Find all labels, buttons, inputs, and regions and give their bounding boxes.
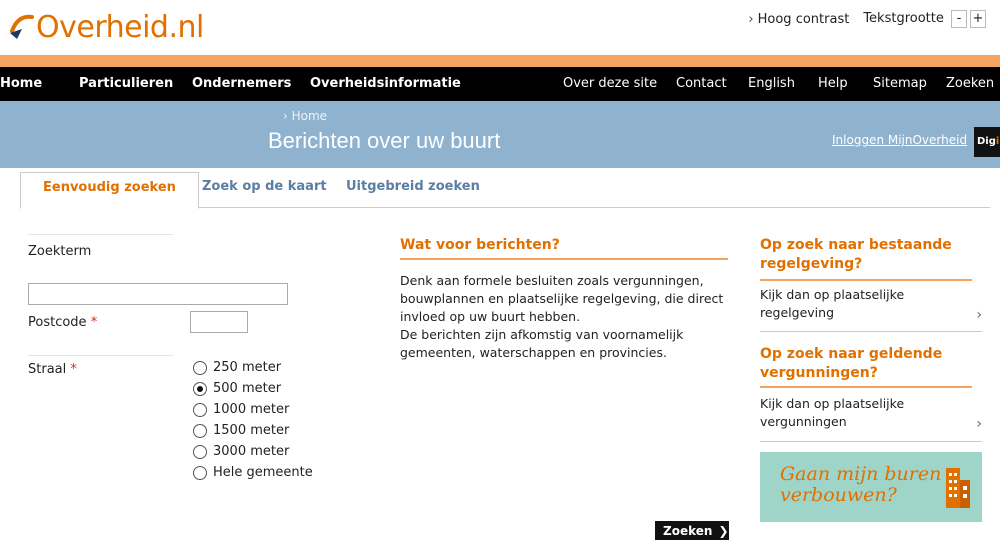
tab-uitgebreid-zoeken[interactable]: Uitgebreid zoeken — [324, 172, 502, 208]
search-term-label: Zoekterm — [28, 244, 92, 259]
high-contrast-link[interactable]: › Hoog contrast — [748, 12, 849, 27]
radius-option-label: Hele gemeente — [213, 465, 313, 480]
search-tabs: Eenvoudig zoeken Zoek op de kaart Uitgeb… — [20, 172, 990, 209]
promo-text: Gaan mijn buren verbouwen? — [780, 464, 941, 506]
chevron-right-icon: › — [283, 109, 292, 123]
search-submit-button[interactable]: Zoeken ❯ — [655, 521, 729, 540]
radius-option-3000[interactable]: 3000 meter — [193, 444, 289, 459]
radius-option-1500[interactable]: 1500 meter — [193, 423, 289, 438]
regelgeving-title: Op zoek naar bestaande regelgeving? — [760, 237, 952, 272]
nav-sitemap[interactable]: Sitemap — [873, 76, 927, 91]
high-contrast-label: Hoog contrast — [757, 11, 850, 27]
postcode-input[interactable] — [190, 311, 248, 333]
divider — [28, 355, 173, 356]
overheid-logo[interactable]: Overheid.nl — [8, 10, 204, 45]
radio-button[interactable] — [193, 444, 207, 459]
building-icon — [946, 468, 970, 508]
radius-option-500[interactable]: 500 meter — [193, 381, 281, 396]
divider — [760, 331, 982, 332]
info-paragraph-2: De berichten zijn afkomstig van voorname… — [400, 327, 684, 360]
promo-banner-verbouwen[interactable]: Gaan mijn buren verbouwen? — [760, 452, 982, 522]
info-paragraph-1: Denk aan formele besluiten zoals vergunn… — [400, 273, 724, 324]
radius-option-label: 3000 meter — [213, 444, 290, 459]
radio-button[interactable] — [193, 402, 207, 417]
orange-divider — [0, 55, 1000, 67]
nav-overheidsinformatie[interactable]: Overheidsinformatie — [310, 76, 461, 91]
divider — [28, 234, 173, 235]
orange-rule — [760, 279, 972, 281]
text-size-control: Tekstgrootte - + — [863, 10, 986, 28]
radius-label: Straal * — [28, 362, 77, 377]
text-size-decrease-button[interactable]: - — [951, 10, 967, 28]
chevron-right-icon: › — [748, 11, 754, 27]
radius-option-hele-gemeente[interactable]: Hele gemeente — [193, 465, 313, 480]
login-mijnoverheid-link[interactable]: Inloggen MijnOverheid — [832, 133, 967, 147]
radius-option-250[interactable]: 250 meter — [193, 360, 281, 375]
radio-button-selected[interactable] — [193, 381, 207, 396]
postcode-label: Postcode * — [28, 315, 97, 330]
search-submit-label: Zoeken — [663, 524, 713, 538]
radius-option-label: 1500 meter — [213, 423, 290, 438]
nav-contact[interactable]: Contact — [676, 76, 727, 91]
divider — [760, 441, 982, 442]
radius-option-1000[interactable]: 1000 meter — [193, 402, 289, 417]
nav-ondernemers[interactable]: Ondernemers — [192, 76, 291, 91]
radio-button[interactable] — [193, 423, 207, 438]
search-term-input[interactable] — [28, 283, 288, 305]
radius-option-label: 1000 meter — [213, 402, 290, 417]
chevron-right-icon: › — [976, 307, 982, 323]
nav-over-deze-site[interactable]: Over deze site — [563, 76, 657, 91]
vergunningen-link[interactable]: Kijk dan op plaatselijke vergunningen › — [760, 395, 982, 433]
radius-option-label: 250 meter — [213, 360, 282, 375]
postcode-label-text: Postcode — [28, 315, 87, 330]
chevron-right-icon: › — [976, 416, 982, 432]
main-navigation: Home Particulieren Ondernemers Overheids… — [0, 67, 1000, 101]
breadcrumb: › Home — [283, 109, 327, 123]
logo-text: Overheid.nl — [36, 10, 204, 45]
top-header: Overheid.nl › Hoog contrast Tekstgrootte … — [0, 0, 1000, 55]
required-marker: * — [70, 362, 77, 377]
text-size-label: Tekstgrootte — [863, 11, 944, 26]
radio-button[interactable] — [193, 360, 207, 375]
text-size-increase-button[interactable]: + — [970, 10, 986, 28]
top-utility-bar: › Hoog contrast Tekstgrootte - + — [748, 10, 986, 28]
page-banner: › Home Berichten over uw buurt Inloggen … — [0, 101, 1000, 168]
nav-zoeken[interactable]: Zoeken — [946, 76, 994, 91]
info-text: Denk aan formele besluiten zoals vergunn… — [400, 272, 730, 362]
chevron-right-icon: ❯ — [718, 524, 729, 538]
logo-arrow-icon — [10, 14, 34, 39]
radius-label-text: Straal — [28, 362, 67, 377]
regelgeving-link[interactable]: Kijk dan op plaatselijke regelgeving › — [760, 286, 982, 324]
nav-home[interactable]: Home — [0, 76, 42, 91]
radius-option-label: 500 meter — [213, 381, 282, 396]
digid-logo[interactable]: DigiD — [974, 127, 1000, 157]
promo-line-2: verbouwen? — [780, 484, 897, 506]
nav-particulieren[interactable]: Particulieren — [79, 76, 173, 91]
tab-eenvoudig-zoeken[interactable]: Eenvoudig zoeken — [20, 172, 199, 209]
vergunningen-link-text: Kijk dan op plaatselijke vergunningen — [760, 396, 905, 429]
nav-english[interactable]: English — [748, 76, 795, 91]
required-marker: * — [90, 315, 98, 330]
breadcrumb-home[interactable]: Home — [292, 109, 327, 123]
nav-help[interactable]: Help — [818, 76, 848, 91]
radio-button[interactable] — [193, 465, 207, 480]
vergunningen-title: Op zoek naar geldende vergunningen? — [760, 346, 943, 381]
regelgeving-link-text: Kijk dan op plaatselijke regelgeving — [760, 287, 905, 320]
page-title: Berichten over uw buurt — [268, 128, 501, 153]
info-title: Wat voor berichten? — [400, 237, 560, 253]
promo-line-1: Gaan mijn buren — [780, 463, 942, 485]
orange-rule — [760, 386, 972, 388]
orange-rule — [400, 258, 728, 260]
